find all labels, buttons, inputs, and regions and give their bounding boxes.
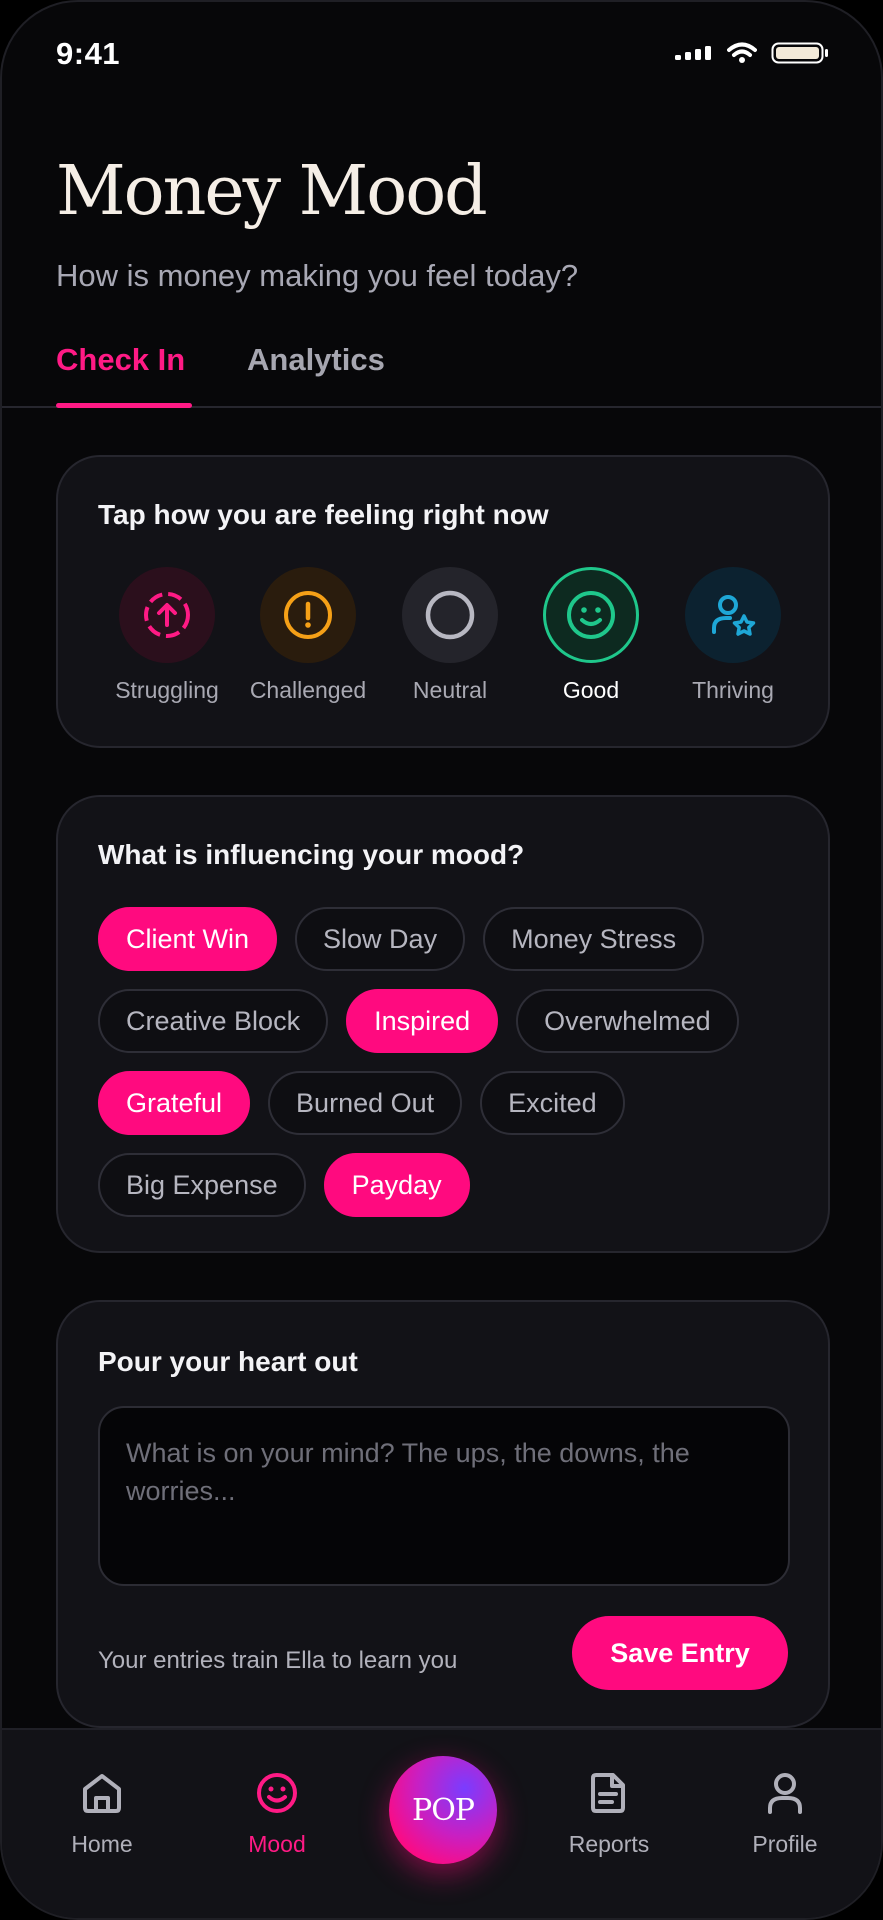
chip-slow-day[interactable]: Slow Day xyxy=(295,907,466,971)
mood-label: Good xyxy=(562,677,620,703)
mood-struggling-circle xyxy=(119,567,215,663)
page-title: Money Mood xyxy=(56,152,488,231)
chip-burned-out[interactable]: Burned Out xyxy=(268,1071,463,1135)
nav-label: Home xyxy=(71,1831,133,1857)
mood-challenged[interactable]: Challenged xyxy=(237,567,379,704)
influence-card-title: What is influencing your mood? xyxy=(98,839,525,870)
nav-home[interactable]: Home xyxy=(32,1770,172,1858)
mood-thriving[interactable]: Thriving xyxy=(662,567,804,704)
chip-overwhelmed[interactable]: Overwhelmed xyxy=(516,989,739,1053)
mood-label: Challenged xyxy=(249,677,367,703)
nav-mood[interactable]: Mood xyxy=(207,1770,347,1858)
user-icon xyxy=(768,1773,802,1814)
mood-card-title: Tap how you are feeling right now xyxy=(98,499,549,530)
journal-card-title: Pour your heart out xyxy=(98,1346,358,1377)
smile-icon xyxy=(567,591,615,639)
tab-bar: Check In Analytics xyxy=(2,342,881,408)
mood-neutral[interactable]: Neutral xyxy=(379,567,521,704)
nav-reports[interactable]: Reports xyxy=(539,1770,679,1858)
status-icons xyxy=(675,42,829,64)
alert-circle-icon xyxy=(284,591,332,639)
battery-icon xyxy=(771,42,828,64)
smile-icon xyxy=(257,1773,297,1813)
save-entry-button[interactable]: Save Entry xyxy=(572,1616,788,1690)
status-time: 9:41 xyxy=(56,36,121,71)
mood-struggling[interactable]: Struggling xyxy=(96,567,238,704)
phone-screen: 9:41 Money Mood How is money making you … xyxy=(0,0,883,1920)
influence-chip-group: Client Win Slow Day Money Stress Creativ… xyxy=(98,907,798,1235)
tab-analytics[interactable]: Analytics xyxy=(247,342,385,406)
mood-label: Struggling xyxy=(115,677,219,703)
bottom-nav: Home Mood POP Reports Profile xyxy=(2,1728,881,1918)
pop-button[interactable]: POP xyxy=(389,1756,497,1864)
arrow-up-circle-icon xyxy=(144,592,190,638)
chip-inspired[interactable]: Inspired xyxy=(346,989,499,1053)
influence-card: What is influencing your mood? Client Wi… xyxy=(56,795,830,1253)
journal-hint: Your entries train Ella to learn you xyxy=(98,1647,458,1674)
nav-label: Mood xyxy=(248,1831,306,1857)
nav-label: Reports xyxy=(568,1831,650,1857)
wifi-icon xyxy=(727,42,757,63)
signal-icon xyxy=(675,46,711,60)
mood-label: Neutral xyxy=(412,677,488,703)
journal-card: Pour your heart out What is on your mind… xyxy=(56,1300,830,1728)
nav-profile[interactable]: Profile xyxy=(715,1770,855,1858)
mood-neutral-circle xyxy=(402,567,498,663)
chip-creative-block[interactable]: Creative Block xyxy=(98,989,329,1053)
nav-label: Profile xyxy=(752,1831,818,1857)
chip-big-expense[interactable]: Big Expense xyxy=(98,1153,306,1217)
mood-label: Thriving xyxy=(692,677,774,703)
mood-card: Tap how you are feeling right now Strugg… xyxy=(56,455,830,748)
chip-payday[interactable]: Payday xyxy=(323,1153,470,1217)
document-icon xyxy=(591,1773,625,1813)
mood-good-circle xyxy=(543,567,639,663)
tab-check-in[interactable]: Check In xyxy=(56,342,193,408)
circle-icon xyxy=(425,590,475,640)
mood-good[interactable]: Good xyxy=(520,567,662,704)
mood-thriving-circle xyxy=(685,567,781,663)
status-bar: 9:41 xyxy=(2,2,881,112)
home-icon xyxy=(83,1774,121,1813)
chip-money-stress[interactable]: Money Stress xyxy=(483,907,705,971)
page-subtitle: How is money making you feel today? xyxy=(56,258,579,293)
chip-excited[interactable]: Excited xyxy=(480,1071,625,1135)
journal-entry-input[interactable]: What is on your mind? The ups, the downs… xyxy=(98,1406,790,1586)
user-star-icon xyxy=(712,595,756,636)
chip-grateful[interactable]: Grateful xyxy=(98,1071,251,1135)
chip-client-win[interactable]: Client Win xyxy=(98,907,278,971)
mood-challenged-circle xyxy=(260,567,356,663)
